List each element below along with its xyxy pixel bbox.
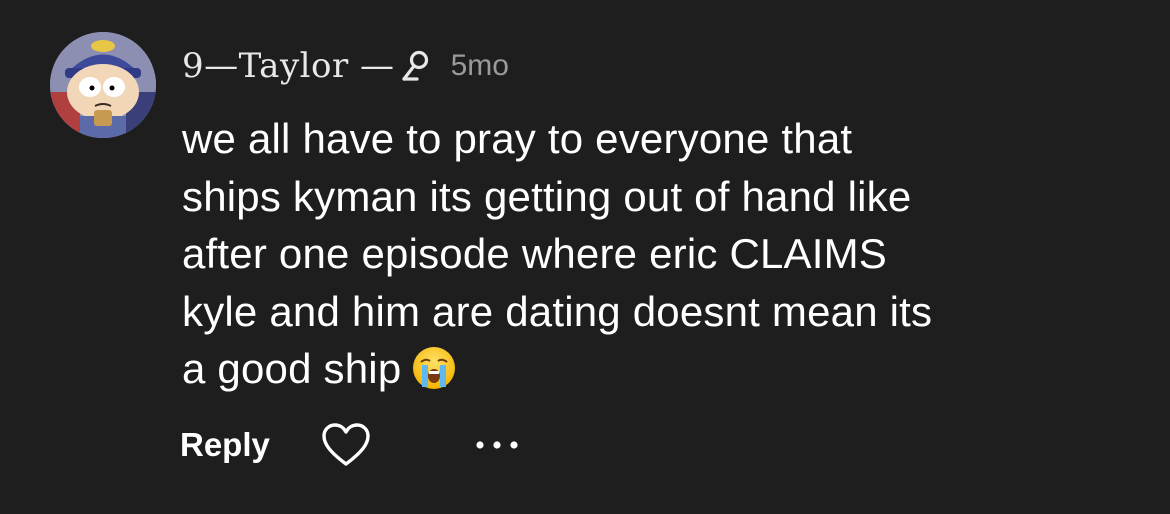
pin-icon — [401, 49, 431, 83]
comment-line: ships kyman its getting out of hand like — [182, 172, 912, 220]
heart-icon[interactable] — [320, 422, 372, 468]
avatar[interactable] — [50, 32, 156, 138]
comment-line: a good ship — [182, 345, 402, 392]
comment-actions: Reply — [180, 420, 522, 470]
loudly-crying-face-emoji-icon — [411, 345, 457, 391]
username[interactable]: 9—Taylor — — [182, 46, 395, 86]
timestamp: 5mo — [450, 49, 509, 82]
comment-line: we all have to pray to everyone that — [182, 115, 853, 162]
comment-header: 9—Taylor — 5mo — [182, 46, 509, 86]
avatar-image — [50, 32, 156, 138]
comment-line: kyle and him are dating doesnt mean its — [182, 287, 933, 335]
more-dots-icon[interactable] — [472, 435, 522, 455]
comment-last-line: a good ship — [182, 340, 1082, 398]
comment-line: after one episode where eric CLAIMS — [182, 230, 888, 277]
comment-text: we all have to pray to everyone that shi… — [182, 110, 1082, 398]
reply-button[interactable]: Reply — [180, 426, 270, 464]
comment: 9—Taylor — 5mo we all have to pray to ev… — [0, 0, 1170, 514]
